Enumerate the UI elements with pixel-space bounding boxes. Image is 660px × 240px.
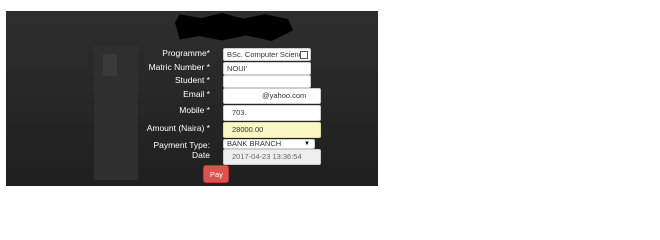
programme-select[interactable]: BSc. Computer Science [223, 48, 311, 61]
date-label: Date [192, 150, 210, 160]
email-label: Email * [183, 89, 210, 99]
dropdown-box-icon [300, 51, 308, 59]
pay-button[interactable]: Pay [203, 165, 229, 183]
payment-type-select[interactable]: BANK BRANCH ▼ [223, 139, 315, 149]
programme-label: Programme* [162, 48, 210, 58]
matric-number-value: NOUI' [227, 64, 248, 73]
amount-value: 28000.00 [232, 125, 264, 134]
payment-type-value: BANK BRANCH [227, 139, 282, 148]
student-label: Student * [175, 75, 210, 85]
matric-number-label: Matric Number * [148, 62, 210, 72]
amount-label: Amount (Naira) * [146, 123, 210, 133]
payment-type-label: Payment Type: [153, 140, 210, 150]
student-input[interactable] [223, 75, 311, 88]
email-value: @yahoo.com [262, 91, 307, 100]
amount-input[interactable]: 28000.00 [223, 122, 321, 138]
programme-value: BSc. Computer Science [227, 50, 307, 59]
caret-down-icon: ▼ [304, 141, 310, 147]
date-input[interactable]: 2017-04-23 13:36:54 [223, 149, 321, 165]
mobile-input[interactable]: 703. [223, 105, 321, 121]
redacted-title [175, 13, 293, 41]
mobile-label: Mobile * [179, 105, 210, 115]
mobile-value: 703. [232, 108, 247, 117]
date-value: 2017-04-23 13:36:54 [232, 152, 302, 161]
matric-number-input[interactable]: NOUI' [223, 62, 311, 75]
email-input[interactable]: @yahoo.com [223, 88, 321, 104]
